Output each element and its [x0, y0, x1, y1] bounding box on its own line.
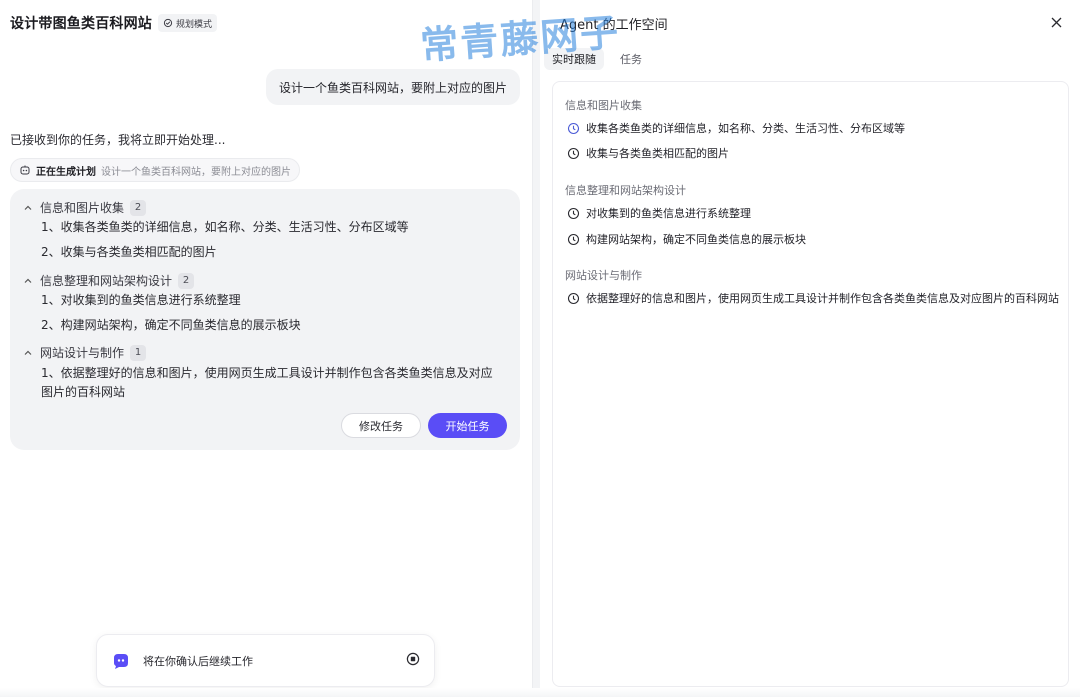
assistant-ack-message: 已接收到你的任务，我将立即开始处理... — [10, 133, 226, 147]
chevron-up-icon — [22, 275, 34, 287]
workspace-task-text: 对收集到的鱼类信息进行系统整理 — [586, 207, 751, 220]
confirm-status-bar: 将在你确认后继续工作 — [96, 634, 435, 687]
stop-icon[interactable] — [406, 651, 420, 670]
start-task-button[interactable]: 开始任务 — [428, 413, 507, 438]
tab-live-follow[interactable]: 实时跟随 — [544, 48, 604, 70]
clock-icon — [567, 147, 580, 159]
plan-group-title: 信息和图片收集 — [40, 201, 125, 215]
workspace-task-item: 构建网站架构，确定不同鱼类信息的展示板块 — [567, 231, 806, 247]
confirm-status-text: 将在你确认后继续工作 — [143, 654, 253, 668]
close-icon[interactable] — [1048, 14, 1064, 30]
plan-group-1-header[interactable]: 信息和图片收集 2 — [22, 199, 147, 216]
clock-icon — [567, 292, 580, 304]
user-message-text: 设计一个鱼类百科网站，要附上对应的图片 — [278, 80, 507, 95]
chat-pane: 设计带图鱼类百科网站 规划模式 设计一个鱼类百科网站，要附上对应的图片 已接收到… — [0, 0, 532, 697]
plan-group-count: 2 — [178, 272, 195, 289]
robot-icon — [20, 165, 30, 175]
clock-icon — [567, 207, 580, 219]
planning-mode-icon — [163, 18, 173, 28]
workspace-task-item: 依据整理好的信息和图片，使用网页生成工具设计并制作包含各类鱼类信息及对应图片的百… — [567, 290, 1059, 306]
generating-plan-status[interactable]: 正在生成计划 设计一个鱼类百科网站，要附上对应的图片 — [10, 158, 300, 182]
chat-header: 设计带图鱼类百科网站 规划模式 — [10, 12, 218, 34]
plan-group-2-header[interactable]: 信息整理和网站架构设计 2 — [22, 272, 195, 289]
workspace-section-title: 网站设计与制作 — [565, 269, 642, 282]
plan-step: 1、对收集到的鱼类信息进行系统整理 — [41, 293, 241, 307]
workspace-pane: Agent 的工作空间 实时跟随 任务 信息和图片收集 收集各类鱼类的详细信息，… — [540, 0, 1080, 697]
plan-group-title: 信息整理和网站架构设计 — [40, 274, 173, 288]
workspace-task-item: 对收集到的鱼类信息进行系统整理 — [567, 205, 751, 221]
workspace-task-text: 依据整理好的信息和图片，使用网页生成工具设计并制作包含各类鱼类信息及对应图片的百… — [586, 292, 1059, 305]
workspace-task-item: 收集各类鱼类的详细信息，如名称、分类、生活习性、分布区域等 — [567, 120, 905, 136]
plan-group-title: 网站设计与制作 — [40, 346, 125, 360]
workspace-task-item: 收集与各类鱼类相匹配的图片 — [567, 145, 729, 161]
planning-mode-badge[interactable]: 规划模式 — [158, 14, 218, 32]
plan-group-count: 2 — [130, 199, 147, 216]
workspace-section-title: 信息整理和网站架构设计 — [565, 184, 686, 197]
plan-step: 2、收集与各类鱼类相匹配的图片 — [41, 245, 217, 259]
chevron-up-icon — [22, 202, 34, 214]
workspace-task-text: 构建网站架构，确定不同鱼类信息的展示板块 — [586, 233, 806, 246]
clock-icon — [567, 122, 580, 134]
bottom-edge — [0, 688, 1080, 697]
plan-group-3-header[interactable]: 网站设计与制作 1 — [22, 344, 147, 361]
workspace-tabs: 实时跟随 任务 — [544, 48, 650, 70]
plan-step: 1、收集各类鱼类的详细信息，如名称、分类、生活习性、分布区域等 — [41, 220, 409, 234]
generating-task-text: 设计一个鱼类百科网站，要附上对应的图片 — [101, 166, 291, 178]
agent-avatar-icon — [114, 653, 128, 669]
generating-status-label: 正在生成计划 — [36, 166, 96, 178]
plan-group-count: 1 — [130, 344, 147, 361]
planning-mode-label: 规划模式 — [176, 19, 213, 30]
chevron-up-icon — [22, 347, 34, 359]
workspace-title: Agent 的工作空间 — [560, 18, 668, 33]
workspace-task-panel: 信息和图片收集 收集各类鱼类的详细信息，如名称、分类、生活习性、分布区域等 收集… — [552, 81, 1069, 687]
workspace-task-text: 收集各类鱼类的详细信息，如名称、分类、生活习性、分布区域等 — [586, 122, 905, 135]
workspace-task-text: 收集与各类鱼类相匹配的图片 — [586, 147, 729, 160]
plan-step: 2、构建网站架构，确定不同鱼类信息的展示板块 — [41, 318, 301, 332]
edit-task-button[interactable]: 修改任务 — [341, 413, 421, 438]
conversation-title: 设计带图鱼类百科网站 — [10, 16, 152, 32]
pane-divider[interactable] — [532, 0, 540, 697]
clock-icon — [567, 233, 580, 245]
workspace-section-title: 信息和图片收集 — [565, 99, 642, 112]
plan-step: 1、依据整理好的信息和图片，使用网页生成工具设计并制作包含各类鱼类信息及对应图片… — [41, 366, 493, 399]
tab-tasks[interactable]: 任务 — [612, 48, 650, 70]
plan-card: 信息和图片收集 2 1、收集各类鱼类的详细信息，如名称、分类、生活习性、分布区域… — [10, 189, 520, 450]
user-message-bubble: 设计一个鱼类百科网站，要附上对应的图片 — [265, 69, 520, 105]
